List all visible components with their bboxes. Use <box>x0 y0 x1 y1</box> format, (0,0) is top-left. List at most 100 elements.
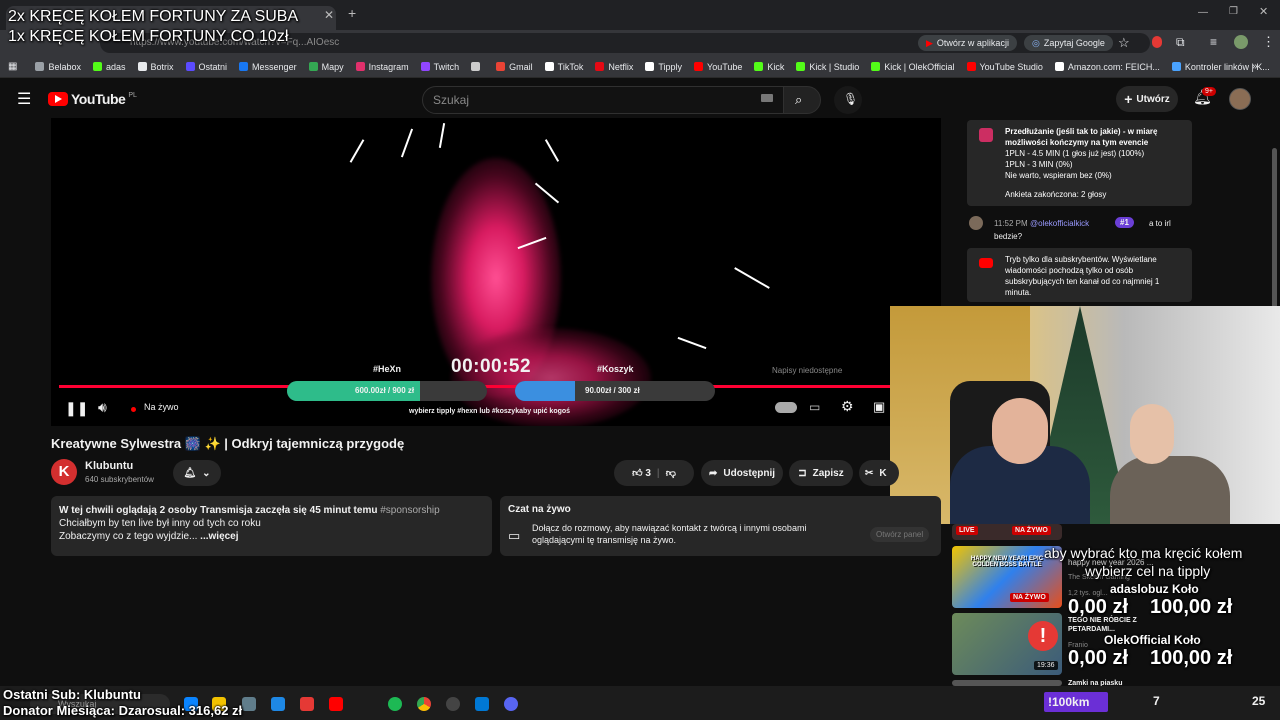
create-button[interactable]: + Utwórz <box>1116 86 1178 112</box>
live-label[interactable]: Na żywo <box>144 402 179 412</box>
bookmark-icon <box>595 62 605 71</box>
bookmark-item[interactable]: TikTok <box>541 62 588 72</box>
bookmark-item[interactable] <box>467 62 488 72</box>
apps-grid-icon[interactable]: ▦ <box>8 61 17 72</box>
youtube-logo[interactable]: YouTube PL <box>48 91 137 107</box>
poll-option: 1PLN - 3 MIN (0%) <box>1005 160 1073 169</box>
reading-list-icon[interactable]: ≡ <box>1210 35 1217 49</box>
like-button[interactable]: 👍︎ 3 <box>632 467 651 479</box>
goal-bar-right: 90.00zł / 300 zł <box>515 381 715 401</box>
chat-message: 11:52 PM @olekofficialkick #1 a to irl b… <box>967 216 1197 244</box>
hashtag-link[interactable]: #sponsorship <box>380 505 439 516</box>
minimize-icon[interactable]: — <box>1198 7 1208 18</box>
search-input[interactable]: Szukaj <box>422 86 784 114</box>
description-box[interactable]: W tej chwili oglądają 2 osoby Transmisja… <box>51 496 492 556</box>
bookmark-label: Kick <box>767 61 785 72</box>
bookmark-item[interactable]: Kick <box>750 62 788 72</box>
bookmark-item[interactable]: YouTube <box>690 62 746 72</box>
account-avatar[interactable] <box>1229 88 1251 110</box>
autoplay-toggle[interactable] <box>775 402 797 413</box>
bookmark-icon <box>185 62 195 71</box>
notification-count-badge: 9+ <box>1202 87 1216 96</box>
youtube-play-logo-icon <box>48 92 68 106</box>
live-badge: NA ŻYWO <box>1010 593 1049 602</box>
bookmark-item[interactable]: Mapy <box>305 62 348 72</box>
voice-search-button[interactable]: 🎙︎ <box>834 86 862 114</box>
bookmark-item[interactable]: Kick | Studio <box>792 62 863 72</box>
taskbar-app-icon[interactable] <box>300 697 314 711</box>
spotify-icon[interactable] <box>388 697 402 711</box>
bookmark-item[interactable]: Gmail <box>492 62 537 72</box>
youtube-app-icon[interactable] <box>329 697 343 711</box>
notification-settings-button[interactable]: 🔔︎ ⌄ <box>173 460 221 486</box>
star-icon[interactable]: ☆ <box>1118 35 1130 51</box>
bookmark-item[interactable]: Botrix <box>134 62 178 72</box>
like-dislike-group: 👍︎ 3 | 👎︎ <box>614 460 694 486</box>
bookmark-item[interactable]: YouTube Studio <box>963 62 1047 72</box>
chrome-icon[interactable] <box>417 697 431 711</box>
chat-author[interactable]: @olekofficialkick <box>1030 219 1089 228</box>
bookmarks-overflow-icon[interactable]: » <box>1252 61 1258 72</box>
miniplayer-icon[interactable]: ▣ <box>873 399 885 415</box>
profile-avatar[interactable] <box>1234 35 1248 49</box>
more-link[interactable]: ...więcej <box>200 531 238 542</box>
bookmark-item[interactable]: Amazon.com: FEICH... <box>1051 62 1164 72</box>
related-thumb-3[interactable]: ! 19:36 <box>952 613 1062 675</box>
live-chat-collapsed: Czat na żywo ▭ Dołącz do rozmowy, aby na… <box>500 496 941 556</box>
obs-icon[interactable] <box>446 697 460 711</box>
save-button[interactable]: ⊐ Zapisz <box>789 460 853 486</box>
video-player[interactable]: #HeXn 00:00:52 #Koszyk Napisy niedostępn… <box>51 118 941 426</box>
bookmark-icon <box>796 62 806 71</box>
bookmark-item[interactable]: Belabox <box>31 62 85 72</box>
ask-google-button[interactable]: ◎ Zapytaj Google <box>1024 35 1113 51</box>
hamburger-menu-icon[interactable]: ☰ <box>17 89 31 109</box>
new-tab-icon[interactable]: + <box>348 5 356 21</box>
bookmark-item[interactable]: Instagram <box>352 62 413 72</box>
channel-name[interactable]: Klubuntu <box>85 460 133 472</box>
search-button[interactable]: ⌕ <box>783 86 821 114</box>
bookmark-item[interactable]: Tipply <box>641 62 686 72</box>
notepad-icon[interactable] <box>271 697 285 711</box>
search-icon: ⌕ <box>795 92 803 107</box>
subtitles-icon[interactable]: ▭ <box>809 400 820 414</box>
taskbar-app-icon[interactable] <box>242 697 256 711</box>
window-close-icon[interactable]: ✕ <box>1259 5 1268 18</box>
open-panel-button[interactable]: Otwórz panel <box>870 527 930 542</box>
bookmark-item[interactable]: Kick | OlekOfficial <box>867 62 958 72</box>
video-progress-track[interactable] <box>59 385 941 388</box>
live-badge: NA ŻYWO <box>1012 526 1051 535</box>
overlay-pick-goal: wybierz cel na tipply <box>1085 563 1211 579</box>
description-line: Chciałbym by ten live był inny od tych c… <box>59 518 261 529</box>
volume-icon[interactable]: 🔊︎ <box>98 399 107 416</box>
video-timer: 00:00:52 <box>451 356 532 377</box>
tab-close-icon[interactable]: ✕ <box>324 8 334 22</box>
restore-icon[interactable]: ❐ <box>1229 6 1238 17</box>
goal2-current: 0,00 zł <box>1068 647 1129 669</box>
pause-icon[interactable]: ❚❚ <box>65 400 88 417</box>
taskbar-app-icon[interactable] <box>475 697 489 711</box>
open-in-app-button[interactable]: ▶ Otwórz w aplikacji <box>918 35 1017 51</box>
channel-avatar[interactable]: K <box>51 459 77 485</box>
share-button[interactable]: ➦ Udostępnij <box>701 460 783 486</box>
extensions-puzzle-icon[interactable]: ⧉ <box>1176 35 1185 50</box>
bookmark-icon: ⊐ <box>798 467 807 479</box>
clip-button[interactable]: ✂ K <box>859 460 899 486</box>
settings-gear-icon[interactable]: ⚙ <box>841 398 854 415</box>
bookmark-list: Belabox adas Botrix Ostatni Messenger Mapy Ins… <box>31 62 1273 72</box>
related-thumb-1[interactable]: LIVE NA ŻYWO <box>952 524 1062 540</box>
video-tag-left: #HeXn <box>373 364 402 374</box>
extension-red-icon[interactable] <box>1152 36 1162 48</box>
chat-scrollbar[interactable] <box>1272 148 1277 308</box>
bookmark-item[interactable]: adas <box>89 62 130 72</box>
bookmark-item[interactable]: Ostatni <box>182 62 232 72</box>
bookmark-icon <box>544 62 554 71</box>
dislike-button[interactable]: 👎︎ <box>666 467 676 479</box>
discord-icon[interactable] <box>504 697 518 711</box>
bookmark-item[interactable]: Messenger <box>235 62 301 72</box>
description-line: Zobaczymy co z tego wyjdzie... <box>59 531 198 542</box>
bookmark-item[interactable]: Netflix <box>591 62 637 72</box>
chevron-down-icon: ⌄ <box>202 467 211 479</box>
bookmark-item[interactable]: Twitch <box>417 62 464 72</box>
browser-menu-icon[interactable]: ⋮ <box>1262 34 1275 50</box>
keyboard-icon[interactable] <box>761 94 773 102</box>
